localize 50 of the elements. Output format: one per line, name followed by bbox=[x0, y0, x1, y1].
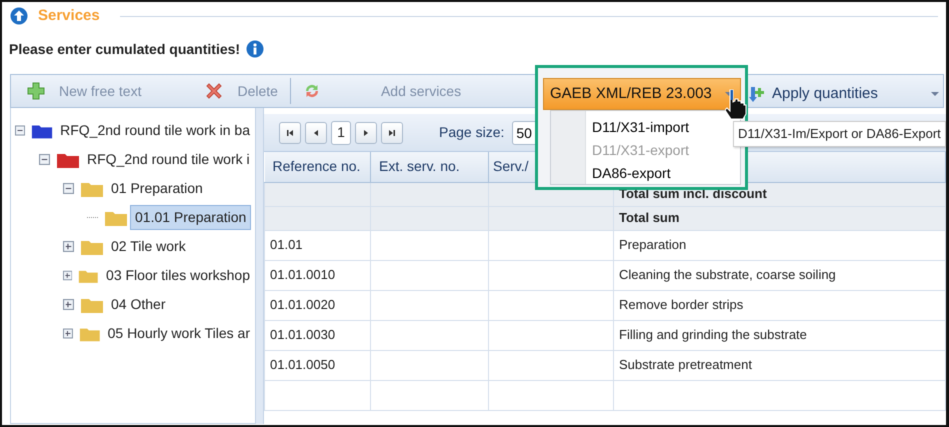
next-page-icon bbox=[362, 128, 370, 136]
tree-item[interactable]: 02 Tile work bbox=[106, 234, 191, 259]
expand-toggle-icon[interactable] bbox=[63, 241, 74, 252]
tree-item[interactable]: 01.01 Preparation bbox=[130, 205, 252, 230]
next-page-button[interactable] bbox=[355, 122, 377, 144]
section-title: Services bbox=[38, 6, 100, 26]
first-page-button[interactable] bbox=[279, 122, 301, 144]
collapse-toggle-icon[interactable] bbox=[63, 183, 74, 194]
export-format-button[interactable]: GAEB XML/REB 23.003 bbox=[543, 78, 741, 110]
table-cell: 01.01 bbox=[270, 237, 303, 252]
collapse-icon[interactable] bbox=[10, 7, 28, 25]
tree-item[interactable]: 04 Other bbox=[106, 292, 170, 317]
menu-item[interactable]: DA86-export bbox=[586, 161, 740, 184]
apply-quantities-button[interactable]: Apply quantities bbox=[740, 78, 946, 110]
tree-item[interactable]: RFQ_2nd round tile work i bbox=[82, 147, 255, 172]
table-cell: Preparation bbox=[619, 237, 686, 252]
tree-item[interactable]: 05 Hourly work Tiles ar bbox=[102, 321, 255, 346]
table-cell: Total sum bbox=[619, 210, 680, 226]
table-cell: 01.01.0020 bbox=[270, 297, 336, 312]
tree-item[interactable]: RFQ_2nd round tile work in ba bbox=[55, 118, 255, 143]
table-cell: 01.01.0030 bbox=[270, 327, 336, 342]
column-header[interactable]: Ext. serv. no. bbox=[370, 152, 488, 182]
expand-toggle-icon[interactable] bbox=[63, 299, 74, 310]
expand-toggle-icon[interactable] bbox=[63, 328, 73, 339]
page-size-label: Page size: bbox=[439, 123, 504, 142]
table-cell: Remove border strips bbox=[619, 297, 744, 312]
x-icon bbox=[205, 82, 224, 100]
column-header[interactable]: Reference no. bbox=[264, 152, 370, 182]
previous-page-icon bbox=[312, 128, 320, 136]
plus-icon bbox=[27, 82, 45, 100]
collapse-toggle-icon[interactable] bbox=[15, 125, 26, 136]
table-cell: Cleaning the substrate, coarse soiling bbox=[619, 267, 836, 282]
caret-icon bbox=[930, 91, 940, 97]
table-cell: 01.01.0050 bbox=[270, 357, 336, 372]
tree-item[interactable]: 03 Floor tiles workshop bbox=[101, 263, 255, 288]
apply-icon bbox=[748, 85, 766, 103]
last-page-icon bbox=[388, 128, 396, 136]
expand-toggle-icon[interactable] bbox=[63, 270, 72, 281]
tree-item[interactable]: 01 Preparation bbox=[106, 176, 208, 201]
previous-page-button[interactable] bbox=[305, 122, 327, 144]
table-cell: Substrate pretreatment bbox=[619, 357, 752, 372]
collapse-toggle-icon[interactable] bbox=[39, 154, 50, 165]
table-cell: Filling and grinding the substrate bbox=[619, 327, 807, 342]
last-page-button[interactable] bbox=[381, 122, 403, 144]
table-cell: 01.01.0010 bbox=[270, 267, 336, 282]
info-icon[interactable] bbox=[246, 40, 264, 58]
first-page-icon bbox=[286, 128, 294, 136]
instruction-text: Please enter cumulated quantities! bbox=[9, 40, 240, 59]
tooltip: D11/X31-Im/Export or DA86-Export bbox=[733, 121, 946, 146]
page-number-field[interactable]: 1 bbox=[331, 120, 351, 144]
